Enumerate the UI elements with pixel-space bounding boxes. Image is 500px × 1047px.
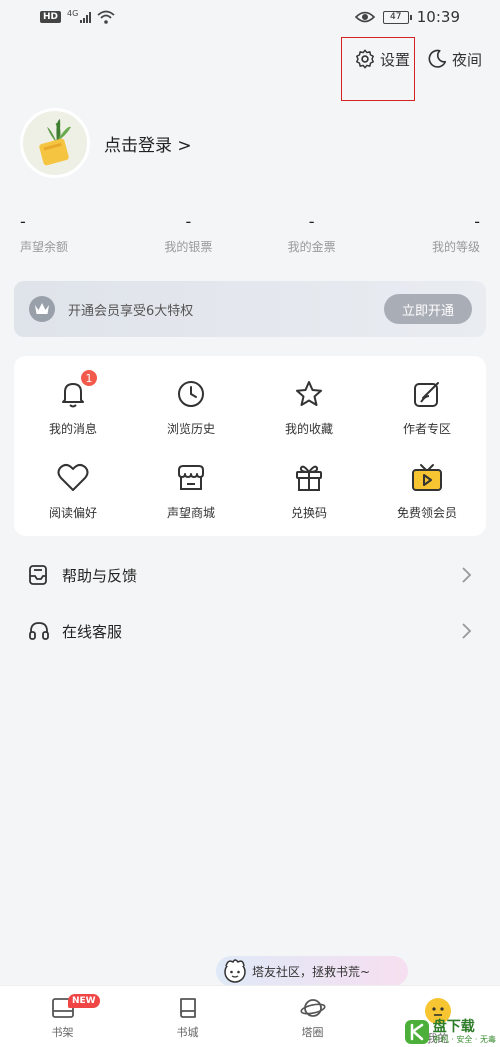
feature-grid: 1 我的消息 浏览历史 我的收藏 作者专区 阅读偏好 声望商城 兑换码 免费领会…	[14, 356, 486, 536]
vip-banner[interactable]: 开通会员享受6大特权 立即开通	[14, 281, 486, 337]
edit-icon	[409, 376, 445, 412]
crown-icon	[29, 296, 55, 322]
grid-label: 免费领会员	[396, 506, 457, 520]
planet-icon	[299, 999, 326, 1017]
signal-icon	[80, 11, 92, 23]
unread-badge: 1	[79, 368, 99, 388]
default-avatar-illustration	[39, 119, 71, 166]
stat-value: -	[20, 212, 26, 231]
clock-icon	[173, 376, 209, 412]
bubble-text: 塔友社区，拯救书荒~	[252, 964, 371, 979]
stat-value: -	[474, 212, 480, 231]
tv-play-icon	[409, 460, 445, 496]
stat-label: 我的银票	[164, 240, 213, 254]
gift-icon	[291, 460, 327, 496]
moon-icon	[428, 49, 447, 68]
grid-label: 我的消息	[48, 422, 97, 436]
feedback-icon	[29, 565, 47, 585]
chevron-right-icon	[462, 567, 472, 583]
settings-label: 设置	[379, 50, 410, 69]
watermark-sub: 手机 · 安全 · 无毒	[432, 1035, 496, 1045]
status-left: HD 4G	[40, 8, 115, 24]
hd-badge: HD	[40, 11, 62, 23]
night-mode-button[interactable]: 夜间	[426, 48, 482, 70]
watermark-logo-icon	[404, 1019, 429, 1044]
vip-open-button[interactable]: 立即开通	[384, 294, 472, 324]
list-label: 帮助与反馈	[62, 566, 138, 585]
tab-label: 书城	[176, 1026, 199, 1039]
community-bubble[interactable]: 塔友社区，拯救书荒~	[216, 956, 408, 986]
mascot-icon	[218, 954, 252, 988]
watermark-title: 盘下载	[432, 1018, 475, 1035]
grid-label: 浏览历史	[166, 422, 215, 436]
bell-icon: 1	[55, 368, 99, 412]
top-actions: 设置 夜间	[354, 48, 482, 70]
grid-item-reading-preference[interactable]: 阅读偏好	[14, 452, 132, 536]
profile-login[interactable]: 点击登录 >	[20, 108, 192, 178]
wifi-icon	[97, 10, 115, 24]
status-bar: HD 4G 47 10:39	[0, 0, 500, 36]
clock-time: 10:39	[416, 8, 460, 26]
stat-label: 我的等级	[431, 240, 480, 254]
eye-icon	[354, 11, 375, 23]
grid-label: 声望商城	[166, 506, 215, 520]
shop-icon	[173, 460, 209, 496]
new-badge: NEW	[68, 994, 100, 1008]
list-label: 在线客服	[62, 622, 123, 641]
stat-value: -	[185, 212, 192, 231]
grid-item-author-zone[interactable]: 作者专区	[368, 368, 486, 452]
grid-label: 作者专区	[402, 422, 451, 436]
grid-item-redeem-code[interactable]: 兑换码	[250, 452, 368, 536]
grid-label: 阅读偏好	[48, 506, 97, 520]
grid-item-history[interactable]: 浏览历史	[132, 368, 250, 452]
chevron-right-icon	[462, 623, 472, 639]
settings-button[interactable]: 设置	[354, 48, 410, 70]
stat-value: -	[308, 212, 315, 231]
list-item-help-feedback[interactable]: 帮助与反馈	[28, 561, 472, 589]
stat-label: 声望余额	[20, 240, 69, 254]
grid-label: 我的收藏	[284, 422, 333, 436]
list-item-online-service[interactable]: 在线客服	[28, 617, 472, 645]
watermark-text: 盘下载 手机 · 安全 · 无毒	[433, 1019, 496, 1045]
tab-community[interactable]: 塔圈	[250, 986, 375, 1047]
tab-bookshelf[interactable]: NEW 书架	[0, 986, 125, 1047]
book-icon	[179, 998, 196, 1018]
stat-label: 我的金票	[287, 240, 336, 254]
watermark: 盘下载 手机 · 安全 · 无毒	[404, 1019, 496, 1045]
grid-item-messages[interactable]: 1 我的消息	[14, 368, 132, 452]
tab-bookstore[interactable]: 书城	[125, 986, 250, 1047]
stat-level[interactable]: - 我的等级	[390, 212, 480, 255]
battery-icon: 47	[382, 10, 412, 24]
tab-label: 书架	[51, 1026, 74, 1039]
stats-row: - 声望余额 - 我的银票 - 我的金票 - 我的等级	[0, 212, 500, 255]
status-right: 47 10:39	[354, 8, 460, 26]
stat-reputation[interactable]: - 声望余额	[20, 212, 110, 255]
avatar[interactable]	[20, 108, 90, 178]
grid-item-reputation-mall[interactable]: 声望商城	[132, 452, 250, 536]
grid-label: 兑换码	[290, 506, 327, 520]
stat-gold-ticket[interactable]: - 我的金票	[267, 212, 357, 255]
vip-text: 开通会员享受6大特权	[68, 303, 194, 319]
stat-silver-ticket[interactable]: - 我的银票	[143, 212, 233, 255]
headset-icon	[29, 622, 49, 640]
night-label: 夜间	[451, 50, 482, 69]
login-link[interactable]: 点击登录 >	[104, 131, 192, 156]
star-icon	[291, 376, 327, 412]
heart-icon	[55, 460, 91, 496]
grid-item-favorites[interactable]: 我的收藏	[250, 368, 368, 452]
network-type: 4G	[67, 8, 79, 18]
grid-item-free-vip[interactable]: 免费领会员	[368, 452, 486, 536]
gear-icon	[355, 49, 374, 69]
tab-label: 塔圈	[301, 1026, 324, 1039]
